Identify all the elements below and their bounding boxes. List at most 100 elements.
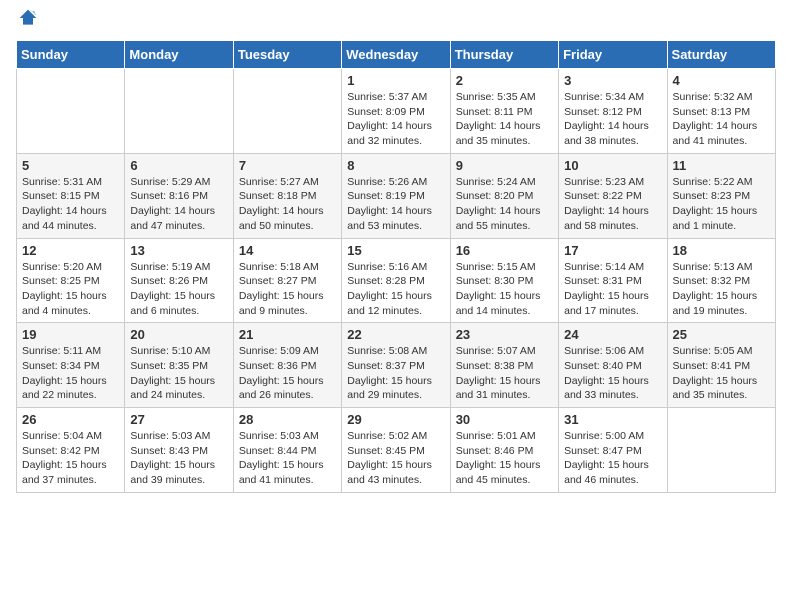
calendar-week-row: 26 Sunrise: 5:04 AM Sunset: 8:42 PM Dayli…: [17, 408, 776, 493]
day-number: 18: [673, 243, 770, 258]
day-info: Sunrise: 5:02 AM Sunset: 8:45 PM Dayligh…: [347, 429, 444, 488]
day-number: 12: [22, 243, 119, 258]
column-header-thursday: Thursday: [450, 41, 558, 69]
calendar-cell: 20 Sunrise: 5:10 AM Sunset: 8:35 PM Dayli…: [125, 323, 233, 408]
day-info: Sunrise: 5:13 AM Sunset: 8:32 PM Dayligh…: [673, 260, 770, 319]
day-info: Sunrise: 5:15 AM Sunset: 8:30 PM Dayligh…: [456, 260, 553, 319]
day-info: Sunrise: 5:32 AM Sunset: 8:13 PM Dayligh…: [673, 90, 770, 149]
calendar-table: SundayMondayTuesdayWednesdayThursdayFrid…: [16, 40, 776, 493]
column-header-saturday: Saturday: [667, 41, 775, 69]
day-info: Sunrise: 5:07 AM Sunset: 8:38 PM Dayligh…: [456, 344, 553, 403]
calendar-cell: [17, 69, 125, 154]
calendar-week-row: 12 Sunrise: 5:20 AM Sunset: 8:25 PM Dayli…: [17, 238, 776, 323]
calendar-cell: 3 Sunrise: 5:34 AM Sunset: 8:12 PM Daylig…: [559, 69, 667, 154]
calendar-cell: 28Sunrise: 5:03 AM Sunset: 8:44 PM Dayli…: [233, 408, 341, 493]
calendar-cell: 27Sunrise: 5:03 AM Sunset: 8:43 PM Dayli…: [125, 408, 233, 493]
day-number: 27: [130, 412, 227, 427]
day-info: Sunrise: 5:03 AM Sunset: 8:44 PM Dayligh…: [239, 429, 336, 488]
day-info: Sunrise: 5:08 AM Sunset: 8:37 PM Dayligh…: [347, 344, 444, 403]
calendar-cell: 19 Sunrise: 5:11 AM Sunset: 8:34 PM Dayli…: [17, 323, 125, 408]
column-header-friday: Friday: [559, 41, 667, 69]
day-number: 7: [239, 158, 336, 173]
calendar-cell: 26 Sunrise: 5:04 AM Sunset: 8:42 PM Dayli…: [17, 408, 125, 493]
calendar-cell: 29Sunrise: 5:02 AM Sunset: 8:45 PM Dayli…: [342, 408, 450, 493]
calendar-cell: 11 Sunrise: 5:22 AM Sunset: 8:23 PM Dayli…: [667, 153, 775, 238]
calendar-cell: 5 Sunrise: 5:31 AM Sunset: 8:15 PM Daylig…: [17, 153, 125, 238]
day-number: 10: [564, 158, 661, 173]
calendar-cell: 25Sunrise: 5:05 AM Sunset: 8:41 PM Dayli…: [667, 323, 775, 408]
day-info: Sunrise: 5:16 AM Sunset: 8:28 PM Dayligh…: [347, 260, 444, 319]
day-number: 11: [673, 158, 770, 173]
day-info: Sunrise: 5:09 AM Sunset: 8:36 PM Dayligh…: [239, 344, 336, 403]
day-number: 22: [347, 327, 444, 342]
column-header-monday: Monday: [125, 41, 233, 69]
logo: [16, 16, 38, 28]
calendar-cell: 31 Sunrise: 5:00 AM Sunset: 8:47 PM Dayli…: [559, 408, 667, 493]
column-header-wednesday: Wednesday: [342, 41, 450, 69]
calendar-cell: [125, 69, 233, 154]
calendar-cell: 15Sunrise: 5:16 AM Sunset: 8:28 PM Dayli…: [342, 238, 450, 323]
day-number: 1: [347, 73, 444, 88]
calendar-cell: 30 Sunrise: 5:01 AM Sunset: 8:46 PM Dayli…: [450, 408, 558, 493]
day-number: 19: [22, 327, 119, 342]
day-info: Sunrise: 5:26 AM Sunset: 8:19 PM Dayligh…: [347, 175, 444, 234]
calendar-cell: 24 Sunrise: 5:06 AM Sunset: 8:40 PM Dayli…: [559, 323, 667, 408]
calendar-cell: 17Sunrise: 5:14 AM Sunset: 8:31 PM Dayli…: [559, 238, 667, 323]
calendar-cell: 1 Sunrise: 5:37 AM Sunset: 8:09 PM Daylig…: [342, 69, 450, 154]
day-number: 24: [564, 327, 661, 342]
day-info: Sunrise: 5:19 AM Sunset: 8:26 PM Dayligh…: [130, 260, 227, 319]
day-number: 5: [22, 158, 119, 173]
day-number: 4: [673, 73, 770, 88]
column-header-sunday: Sunday: [17, 41, 125, 69]
calendar-cell: 8 Sunrise: 5:26 AM Sunset: 8:19 PM Daylig…: [342, 153, 450, 238]
day-info: Sunrise: 5:23 AM Sunset: 8:22 PM Dayligh…: [564, 175, 661, 234]
day-number: 2: [456, 73, 553, 88]
calendar-cell: 9Sunrise: 5:24 AM Sunset: 8:20 PM Daylig…: [450, 153, 558, 238]
day-number: 31: [564, 412, 661, 427]
calendar-cell: 18 Sunrise: 5:13 AM Sunset: 8:32 PM Dayli…: [667, 238, 775, 323]
calendar-cell: 12 Sunrise: 5:20 AM Sunset: 8:25 PM Dayli…: [17, 238, 125, 323]
calendar-cell: [233, 69, 341, 154]
calendar-cell: 2 Sunrise: 5:35 AM Sunset: 8:11 PM Daylig…: [450, 69, 558, 154]
day-number: 26: [22, 412, 119, 427]
day-number: 14: [239, 243, 336, 258]
day-info: Sunrise: 5:35 AM Sunset: 8:11 PM Dayligh…: [456, 90, 553, 149]
day-number: 23: [456, 327, 553, 342]
day-info: Sunrise: 5:37 AM Sunset: 8:09 PM Dayligh…: [347, 90, 444, 149]
day-info: Sunrise: 5:06 AM Sunset: 8:40 PM Dayligh…: [564, 344, 661, 403]
day-info: Sunrise: 5:10 AM Sunset: 8:35 PM Dayligh…: [130, 344, 227, 403]
day-number: 6: [130, 158, 227, 173]
logo-icon: [18, 8, 38, 28]
day-number: 30: [456, 412, 553, 427]
day-info: Sunrise: 5:14 AM Sunset: 8:31 PM Dayligh…: [564, 260, 661, 319]
day-info: Sunrise: 5:04 AM Sunset: 8:42 PM Dayligh…: [22, 429, 119, 488]
day-number: 20: [130, 327, 227, 342]
day-info: Sunrise: 5:22 AM Sunset: 8:23 PM Dayligh…: [673, 175, 770, 234]
day-info: Sunrise: 5:05 AM Sunset: 8:41 PM Dayligh…: [673, 344, 770, 403]
day-number: 3: [564, 73, 661, 88]
day-number: 9: [456, 158, 553, 173]
calendar-week-row: 1 Sunrise: 5:37 AM Sunset: 8:09 PM Daylig…: [17, 69, 776, 154]
day-info: Sunrise: 5:11 AM Sunset: 8:34 PM Dayligh…: [22, 344, 119, 403]
calendar-cell: 16 Sunrise: 5:15 AM Sunset: 8:30 PM Dayli…: [450, 238, 558, 323]
day-info: Sunrise: 5:31 AM Sunset: 8:15 PM Dayligh…: [22, 175, 119, 234]
day-number: 13: [130, 243, 227, 258]
calendar-week-row: 19 Sunrise: 5:11 AM Sunset: 8:34 PM Dayli…: [17, 323, 776, 408]
day-info: Sunrise: 5:00 AM Sunset: 8:47 PM Dayligh…: [564, 429, 661, 488]
calendar-cell: 14 Sunrise: 5:18 AM Sunset: 8:27 PM Dayli…: [233, 238, 341, 323]
calendar-header-row: SundayMondayTuesdayWednesdayThursdayFrid…: [17, 41, 776, 69]
day-info: Sunrise: 5:29 AM Sunset: 8:16 PM Dayligh…: [130, 175, 227, 234]
day-info: Sunrise: 5:20 AM Sunset: 8:25 PM Dayligh…: [22, 260, 119, 319]
calendar-cell: 4 Sunrise: 5:32 AM Sunset: 8:13 PM Daylig…: [667, 69, 775, 154]
calendar-cell: 22 Sunrise: 5:08 AM Sunset: 8:37 PM Dayli…: [342, 323, 450, 408]
calendar-week-row: 5 Sunrise: 5:31 AM Sunset: 8:15 PM Daylig…: [17, 153, 776, 238]
day-info: Sunrise: 5:18 AM Sunset: 8:27 PM Dayligh…: [239, 260, 336, 319]
day-info: Sunrise: 5:34 AM Sunset: 8:12 PM Dayligh…: [564, 90, 661, 149]
day-number: 21: [239, 327, 336, 342]
day-number: 8: [347, 158, 444, 173]
day-number: 16: [456, 243, 553, 258]
calendar-cell: 13 Sunrise: 5:19 AM Sunset: 8:26 PM Dayli…: [125, 238, 233, 323]
page-header: [16, 16, 776, 28]
day-info: Sunrise: 5:01 AM Sunset: 8:46 PM Dayligh…: [456, 429, 553, 488]
calendar-cell: 23 Sunrise: 5:07 AM Sunset: 8:38 PM Dayli…: [450, 323, 558, 408]
